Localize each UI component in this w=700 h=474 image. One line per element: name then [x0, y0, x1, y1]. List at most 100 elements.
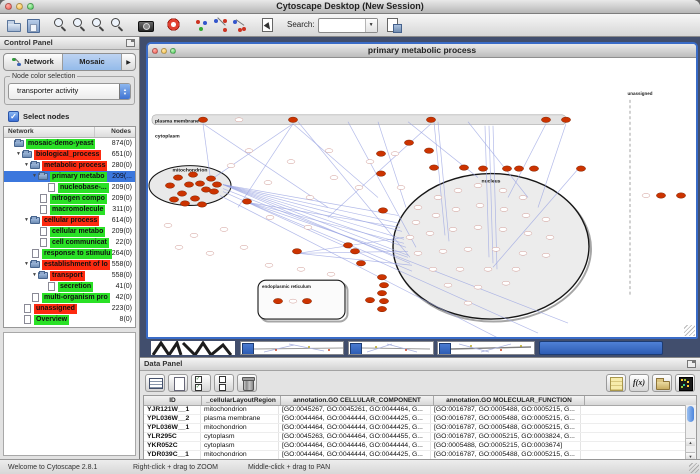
gene-node-unselected[interactable] — [227, 164, 235, 168]
scroll-up-icon[interactable]: ▲ — [686, 438, 695, 446]
expand-arrow-icon[interactable]: ▼ — [23, 215, 30, 226]
network-canvas[interactable]: plasma membrane cytoplasm nucleus mitoch… — [148, 58, 696, 337]
window-resize-grip[interactable] — [684, 325, 695, 336]
gene-node-selected[interactable] — [288, 117, 297, 122]
gene-node-selected[interactable] — [377, 275, 386, 280]
node-color-dropdown[interactable]: transporter activity ▲▼ — [8, 83, 131, 100]
network-view-titlebar[interactable]: primary metabolic process — [148, 44, 696, 58]
open-button[interactable] — [4, 15, 23, 35]
expand-arrow-icon[interactable]: ▼ — [15, 149, 22, 160]
gene-node-unselected[interactable] — [414, 205, 422, 209]
import-attributes-button[interactable] — [652, 374, 672, 392]
gene-node-selected[interactable] — [379, 298, 388, 303]
tree-item[interactable]: unassigned223(0) — [4, 303, 135, 314]
column-header[interactable]: annotation.GO CELLULAR_COMPONENT — [281, 396, 434, 405]
gene-node-unselected[interactable] — [297, 267, 305, 271]
scrollbar-thumb[interactable] — [687, 406, 694, 422]
gene-node-unselected[interactable] — [439, 249, 447, 253]
tree-item[interactable]: ▼metabolic process280(0) — [4, 160, 135, 171]
new-view-button[interactable] — [384, 15, 403, 35]
gene-node-selected[interactable] — [426, 117, 435, 122]
gene-node-unselected[interactable] — [546, 235, 554, 239]
gene-node-unselected[interactable] — [464, 301, 472, 305]
gene-node-unselected[interactable] — [264, 181, 272, 185]
tree-item[interactable]: macromolecule311(0) — [4, 204, 135, 215]
gene-node-unselected[interactable] — [220, 227, 228, 231]
gene-node-unselected[interactable] — [289, 299, 297, 303]
select-nodes-checkbox[interactable]: ✓ — [8, 111, 19, 122]
zoom-in-button[interactable]: + — [70, 15, 89, 35]
gene-node-selected[interactable] — [541, 117, 550, 122]
gene-node-selected[interactable] — [292, 249, 301, 254]
column-header[interactable]: ID — [144, 396, 202, 405]
gene-node-selected[interactable] — [529, 166, 538, 171]
gene-node-unselected[interactable] — [502, 281, 510, 285]
gene-node-unselected[interactable] — [432, 213, 440, 217]
gene-node-unselected[interactable] — [175, 245, 183, 249]
minimized-window-titlebar[interactable] — [539, 341, 663, 355]
gene-node-selected[interactable] — [197, 202, 206, 207]
gene-node-unselected[interactable] — [512, 267, 520, 271]
gene-node-unselected[interactable] — [449, 227, 457, 231]
gene-node-selected[interactable] — [177, 191, 186, 196]
network-view-window[interactable]: primary metabolic process plasma membran… — [146, 42, 698, 339]
gene-node-selected[interactable] — [169, 197, 178, 202]
attribute-matrix-button[interactable] — [675, 374, 695, 392]
gene-node-unselected[interactable] — [484, 267, 492, 271]
network-edge[interactable] — [248, 202, 400, 227]
tree-item[interactable]: secretion41(0) — [4, 281, 135, 292]
gene-node-unselected[interactable] — [519, 251, 527, 255]
help-button[interactable] — [164, 15, 183, 35]
gene-node-selected[interactable] — [676, 193, 685, 198]
tree-item[interactable]: cell communicat22(0) — [4, 237, 135, 248]
gene-node-unselected[interactable] — [474, 184, 482, 188]
select-attributes-button[interactable] — [145, 374, 165, 392]
gene-node-unselected[interactable] — [240, 245, 248, 249]
gene-node-selected[interactable] — [514, 166, 523, 171]
network-edge[interactable] — [298, 122, 410, 258]
column-header[interactable]: annotation.GO MOLECULAR_FUNCTION — [434, 396, 585, 405]
gene-node-selected[interactable] — [173, 175, 182, 180]
gene-node-selected[interactable] — [302, 298, 311, 303]
tree-item[interactable]: ▼transport558(0) — [4, 270, 135, 281]
gene-node-selected[interactable] — [379, 282, 388, 287]
gene-node-selected[interactable] — [376, 151, 385, 156]
gene-node-unselected[interactable] — [464, 247, 472, 251]
search-input-value[interactable] — [319, 19, 365, 32]
tree-item[interactable]: response to stimulu264(0) — [4, 248, 135, 259]
gene-node-selected[interactable] — [184, 182, 193, 187]
gene-node-selected[interactable] — [198, 117, 207, 122]
gene-node-unselected[interactable] — [429, 267, 437, 271]
expand-arrow-icon[interactable]: ▼ — [23, 259, 30, 270]
gene-node-unselected[interactable] — [164, 223, 172, 227]
tree-item[interactable]: ▼cellular process614(0) — [4, 215, 135, 226]
minimized-network-window[interactable] — [240, 341, 344, 355]
network-edge[interactable] — [293, 124, 378, 198]
gene-node-unselected[interactable] — [542, 253, 550, 257]
table-row[interactable]: YLR295Ccytoplasm[GO:0045263, GO:0044464,… — [144, 433, 696, 442]
gene-node-unselected[interactable] — [492, 247, 500, 251]
gene-node-unselected[interactable] — [500, 207, 508, 211]
gene-node-selected[interactable] — [209, 189, 218, 194]
gene-node-selected[interactable] — [190, 196, 199, 201]
gene-node-selected[interactable] — [165, 183, 174, 188]
gene-node-unselected[interactable] — [444, 283, 452, 287]
gene-node-unselected[interactable] — [235, 118, 243, 122]
network-edge[interactable] — [214, 124, 293, 178]
gene-node-selected[interactable] — [656, 193, 665, 198]
gene-node-unselected[interactable] — [397, 186, 405, 190]
attribute-editor-button[interactable] — [606, 374, 626, 392]
gene-node-selected[interactable] — [195, 181, 204, 186]
gene-node-unselected[interactable] — [306, 196, 314, 200]
save-button[interactable] — [23, 15, 42, 35]
gene-node-unselected[interactable] — [499, 227, 507, 231]
gene-node-selected[interactable] — [478, 166, 487, 171]
tree-item[interactable]: nucleobase-...209(0) — [4, 182, 135, 193]
gene-node-unselected[interactable] — [245, 149, 253, 153]
gene-node-unselected[interactable] — [414, 251, 422, 255]
tab-mosaic[interactable]: Mosaic — [63, 54, 122, 70]
tree-item[interactable]: cellular metabo209(0) — [4, 226, 135, 237]
gene-node-selected[interactable] — [378, 208, 387, 213]
gene-node-unselected[interactable] — [519, 196, 527, 200]
tree-item[interactable]: ▼primary metabo209(... — [4, 171, 135, 182]
